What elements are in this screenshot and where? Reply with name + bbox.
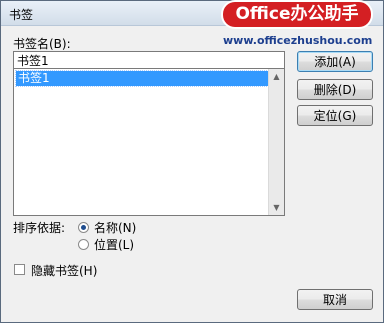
bookmark-list[interactable]: 书签1 ▲ ▼ [13,68,285,216]
goto-button[interactable]: 定位(G) [297,105,373,126]
cancel-button[interactable]: 取消 [297,289,373,310]
sort-by-name-label[interactable]: 名称(N) [94,219,136,236]
bookmark-name-input[interactable]: 书签1 [13,51,285,69]
scroll-down-icon[interactable]: ▼ [269,200,284,215]
hidden-bookmarks-checkbox[interactable] [14,264,25,275]
dialog-title: 书签 [9,8,34,22]
sort-by-name-radio[interactable] [78,222,89,233]
add-button[interactable]: 添加(A) [297,51,373,72]
list-item[interactable]: 书签1 [15,70,269,87]
list-scrollbar[interactable]: ▲ ▼ [268,69,284,215]
delete-button[interactable]: 删除(D) [297,79,373,100]
bookmark-dialog: 书签 Office办公助手 www.officezhushou.com 书签名(… [0,0,384,323]
scroll-up-icon[interactable]: ▲ [269,69,284,84]
sort-by-location-label[interactable]: 位置(L) [94,236,134,253]
sort-by-label: 排序依据: [13,221,66,235]
watermark-url: www.officezhushou.com [223,34,373,47]
bookmark-name-label: 书签名(B): [13,37,71,51]
hidden-bookmarks-label[interactable]: 隐藏书签(H) [31,262,97,279]
sort-by-location-radio[interactable] [78,239,89,250]
brand-watermark: Office办公助手 [223,2,371,27]
